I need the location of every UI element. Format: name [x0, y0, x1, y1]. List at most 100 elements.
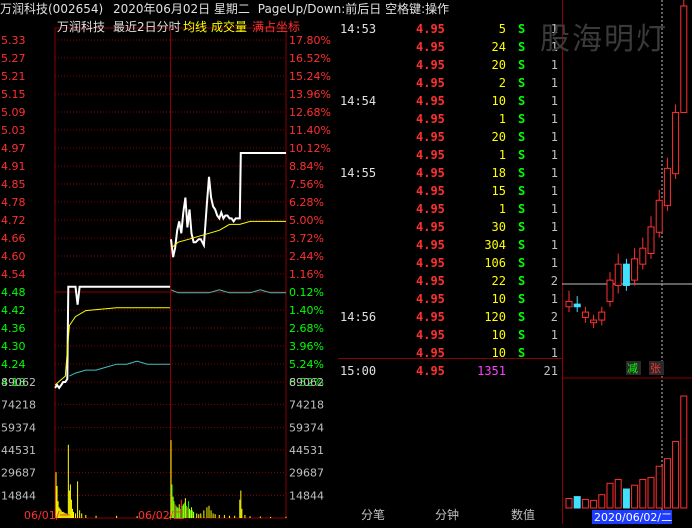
- tick-price: 4.95: [416, 94, 445, 108]
- ticker-row[interactable]: 15:00 4.95 1351 21: [338, 362, 562, 380]
- ticker-row[interactable]: 4.95 10 S 1: [338, 290, 562, 308]
- avg-line-legend: 均线: [183, 20, 207, 34]
- tab-ticks[interactable]: 分笔: [338, 506, 408, 524]
- tick-side: S: [518, 346, 526, 360]
- tick-volume: 1351: [477, 364, 506, 378]
- percent-tick-label: 5.00%: [289, 214, 324, 227]
- ticker-row[interactable]: 4.95 10 S 1: [338, 326, 562, 344]
- price-tick-label: 4.97: [1, 142, 26, 155]
- tick-count: 1: [550, 112, 558, 126]
- kline-volume-bar: [614, 479, 622, 509]
- tick-volume: 1: [498, 148, 506, 162]
- ticker-row[interactable]: 4.95 304 S 1: [338, 236, 562, 254]
- tick-side: S: [518, 22, 526, 36]
- tick-volume: 10: [491, 346, 506, 360]
- tick-ticker-panel[interactable]: 14:53 4.95 5 S 1 4.95 24 S 1 4.95 20 S 1 4.95 2 S 1 14:54…: [338, 18, 562, 378]
- daily-kline-panel[interactable]: 减张 2020/06/02/二: [562, 0, 692, 524]
- tick-price: 4.95: [416, 40, 445, 54]
- ticker-row[interactable]: 4.95 1 S 1: [338, 110, 562, 128]
- kline-candle: [672, 111, 680, 175]
- tick-volume: 120: [484, 310, 506, 324]
- ticker-row[interactable]: 4.95 30 S 1: [338, 218, 562, 236]
- percent-tick-label: 16.52%: [289, 52, 331, 65]
- ticker-row[interactable]: 14:56 4.95 120 S 2: [338, 308, 562, 326]
- tick-side: S: [518, 112, 526, 126]
- percent-tick-label: 7.56%: [289, 178, 324, 191]
- tab-values[interactable]: 数值: [488, 506, 558, 524]
- x-axis-label-day1: 06/01/一: [24, 509, 70, 522]
- price-line-06-02: [170, 152, 286, 258]
- ticker-row[interactable]: 4.95 2 S 1: [338, 74, 562, 92]
- tick-volume: 30: [491, 220, 506, 234]
- ticker-row[interactable]: 4.95 106 S 1: [338, 254, 562, 272]
- tick-volume: 10: [491, 328, 506, 342]
- percent-tick-label: 3.72%: [289, 232, 324, 245]
- ticker-row[interactable]: 4.95 15 S 1: [338, 182, 562, 200]
- volume-tick-label: 14844: [1, 489, 36, 502]
- kline-candle: [639, 247, 647, 265]
- kline-candle: [598, 311, 606, 321]
- kline-candle: [590, 319, 598, 324]
- price-tick-label: 5.15: [1, 88, 26, 101]
- ticker-row[interactable]: 4.95 24 S 1: [338, 38, 562, 56]
- ticker-row[interactable]: 14:55 4.95 18 S 1: [338, 164, 562, 182]
- tick-volume: 106: [484, 256, 506, 270]
- kline-candle: [573, 303, 581, 308]
- full-scale-toggle: 满占坐标: [252, 19, 300, 34]
- tick-volume: 10: [491, 94, 506, 108]
- zoom-out-button: 减: [627, 362, 638, 375]
- tick-volume: 5: [498, 22, 506, 36]
- tick-count: 1: [550, 346, 558, 360]
- kline-volume-bar: [680, 395, 688, 509]
- tick-side: S: [518, 256, 526, 270]
- tick-time: 14:55: [340, 166, 377, 180]
- price-tick-label: 5.33: [1, 34, 26, 47]
- kline-candle: [631, 258, 639, 281]
- kline-candle: [647, 226, 655, 255]
- kline-volume-bar: [581, 498, 589, 509]
- ticker-row[interactable]: 4.95 20 S 1: [338, 128, 562, 146]
- volume-tick-label-right: 14844: [289, 489, 324, 502]
- ticker-row[interactable]: 4.95 20 S 1: [338, 56, 562, 74]
- navigation-hint: PageUp/Down:前后日 空格键:操作: [257, 2, 450, 16]
- tick-count: 1: [550, 94, 558, 108]
- tick-side: S: [518, 238, 526, 252]
- kline-candle: [663, 167, 671, 207]
- kline-volume-bar: [647, 477, 655, 509]
- tick-volume: 1: [498, 202, 506, 216]
- tick-price: 4.95: [416, 58, 445, 72]
- ticker-row[interactable]: 4.95 1 S 1: [338, 200, 562, 218]
- ticker-row[interactable]: 4.95 10 S 1: [338, 344, 562, 362]
- volume-tick-label: 59374: [1, 421, 36, 434]
- tab-minutes[interactable]: 分钟: [412, 506, 482, 524]
- volume-tick-label: 29687: [1, 467, 36, 480]
- ticker-row[interactable]: 4.95 1 S 1: [338, 146, 562, 164]
- tick-time: 15:00: [340, 364, 377, 378]
- tick-side: S: [518, 220, 526, 234]
- volume-legend: 成交量: [211, 19, 247, 34]
- ticker-row[interactable]: 14:53 4.95 5 S 1: [338, 20, 562, 38]
- ticker-row[interactable]: 4.95 22 S 2: [338, 272, 562, 290]
- tick-side: S: [518, 166, 526, 180]
- zoom-in-button: 张: [650, 362, 661, 375]
- tick-side: S: [518, 40, 526, 54]
- price-tick-label: 5.27: [1, 52, 26, 65]
- ticker-row[interactable]: 14:54 4.95 10 S 1: [338, 92, 562, 110]
- price-tick-label: 4.78: [1, 196, 26, 209]
- tick-side: S: [518, 292, 526, 306]
- intraday-chart-panel[interactable]: 万润科技 最近2日分时 均线 成交量 满占坐标 5.33 17.80% 5.27 16.52% 5…: [0, 18, 338, 524]
- percent-tick-label: 15.24%: [289, 70, 331, 83]
- tick-volume: 10: [491, 292, 506, 306]
- price-tick-label: 4.24: [1, 358, 26, 371]
- price-tick-label: 4.72: [1, 214, 26, 227]
- kline-volume-bar: [622, 488, 630, 509]
- kline-chart[interactable]: 减张 2020/06/02/二: [562, 0, 692, 524]
- tick-price: 4.95: [416, 328, 445, 342]
- kline-candle: [606, 279, 614, 302]
- tick-count: 1: [550, 184, 558, 198]
- tick-side: S: [518, 274, 526, 288]
- price-tick-label: 5.03: [1, 124, 26, 137]
- volume-tick-label-right: 44531: [289, 444, 324, 457]
- reference-line: [69, 360, 170, 377]
- intraday-chart[interactable]: 万润科技 最近2日分时 均线 成交量 满占坐标5.33 17.80%5.27 16.52%5…: [0, 18, 338, 524]
